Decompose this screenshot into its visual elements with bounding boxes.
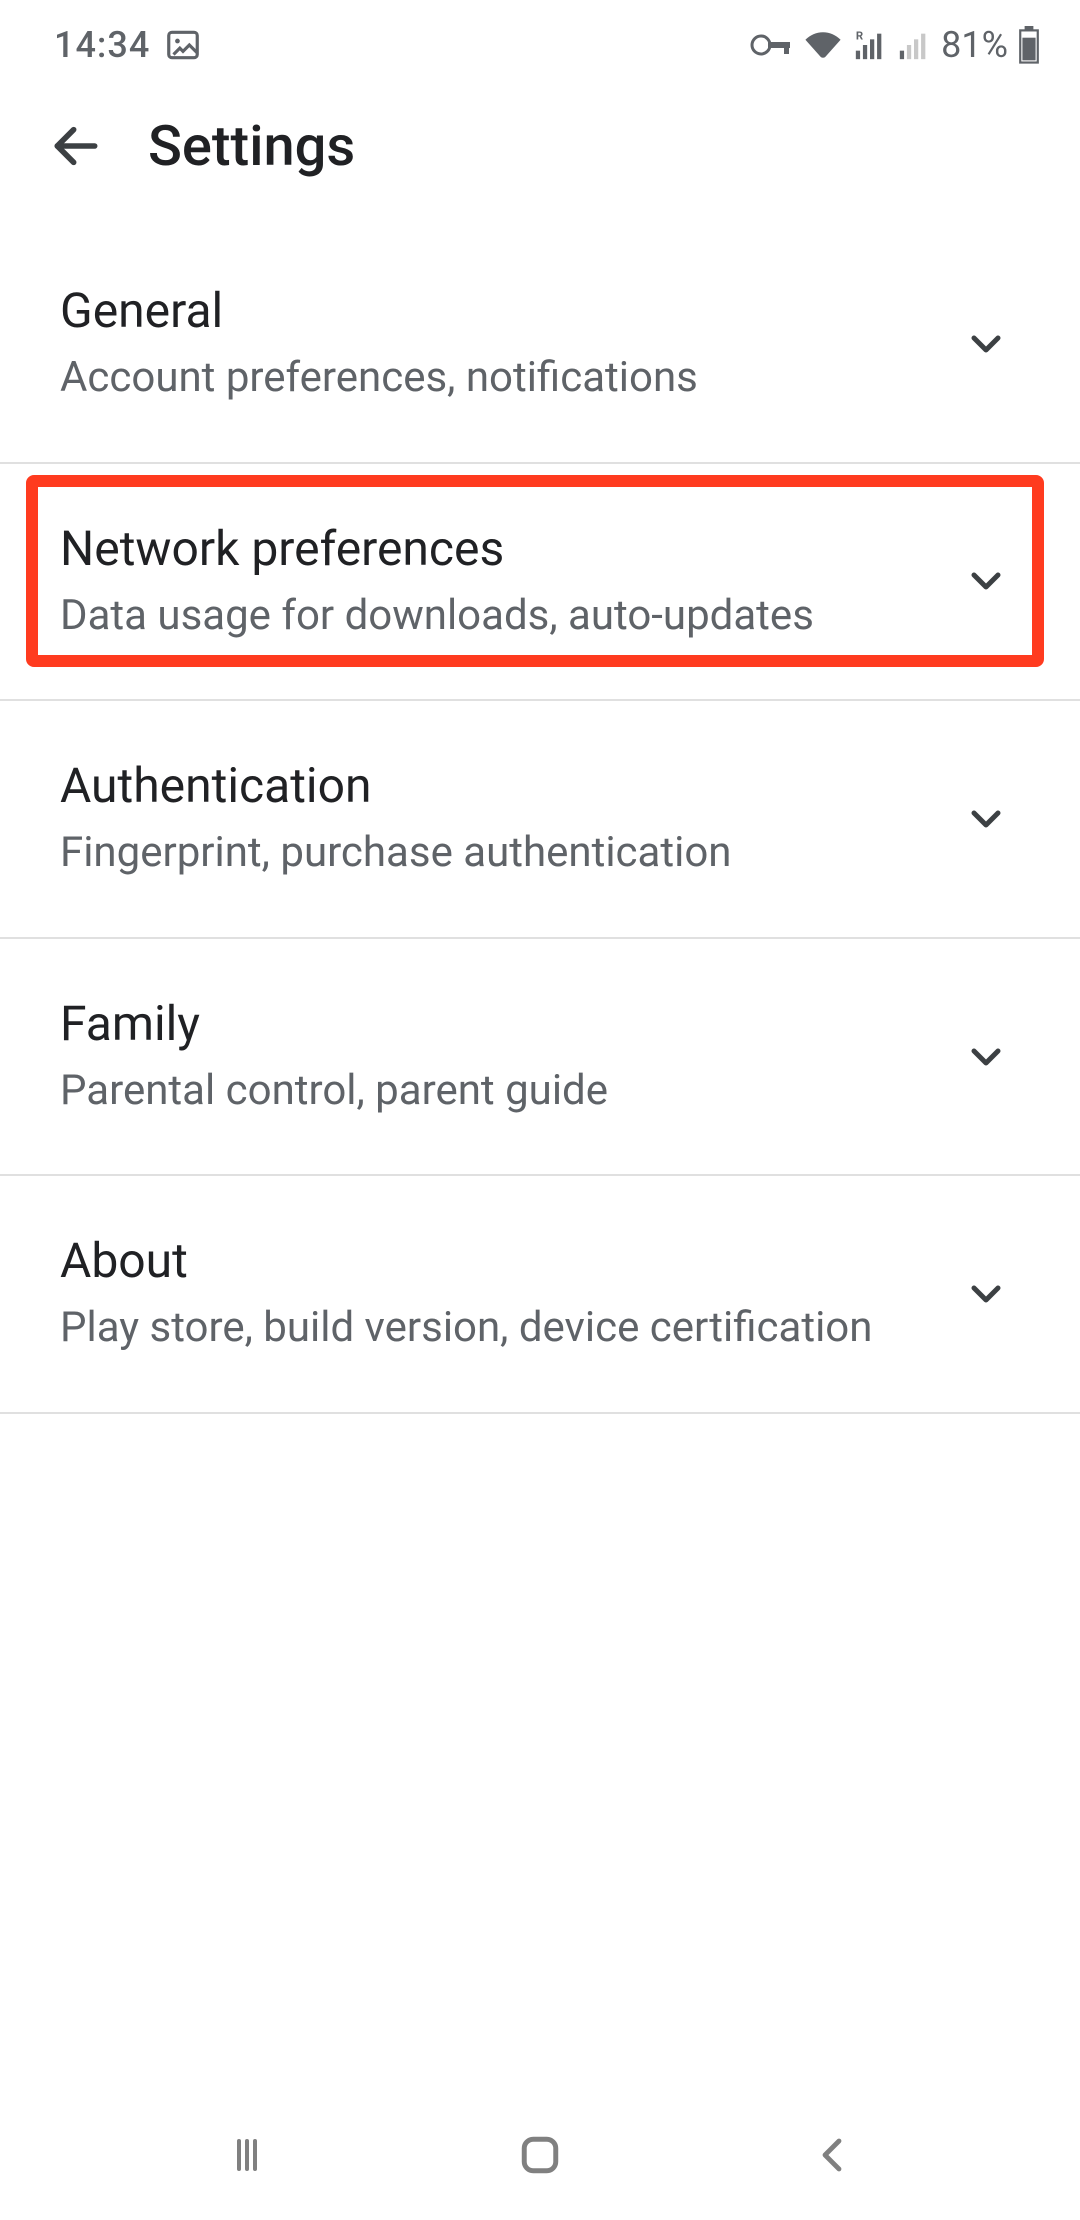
signal-roaming-icon: R (853, 28, 887, 62)
settings-item-authentication[interactable]: Authentication Fingerprint, purchase aut… (0, 701, 1080, 939)
settings-item-network-preferences[interactable]: Network preferences Data usage for downl… (0, 464, 1080, 702)
status-bar: 14:34 R (0, 0, 1080, 86)
settings-item-family[interactable]: Family Parental control, parent guide (0, 939, 1080, 1177)
app-bar: Settings (0, 86, 1080, 226)
battery-percent: 81% (941, 24, 1008, 66)
settings-item-title: Network preferences (60, 520, 922, 577)
signal-weak-icon (897, 28, 931, 62)
settings-item-text: General Account preferences, notificatio… (60, 282, 962, 406)
settings-item-subtitle: Data usage for downloads, auto-updates (60, 589, 922, 644)
settings-item-text: Network preferences Data usage for downl… (60, 520, 962, 644)
nav-recents-icon[interactable] (207, 2115, 287, 2195)
status-time: 14:34 (54, 24, 150, 66)
settings-item-subtitle: Play store, build version, device certif… (60, 1301, 922, 1356)
settings-item-title: General (60, 282, 922, 339)
settings-item-about[interactable]: About Play store, build version, device … (0, 1176, 1080, 1414)
settings-item-title: Authentication (60, 757, 922, 814)
wifi-icon (803, 29, 843, 61)
battery-icon (1018, 26, 1040, 64)
settings-item-text: Authentication Fingerprint, purchase aut… (60, 757, 962, 881)
chevron-down-icon (962, 1270, 1010, 1318)
settings-item-general[interactable]: General Account preferences, notificatio… (0, 226, 1080, 464)
settings-item-text: About Play store, build version, device … (60, 1232, 962, 1356)
nav-home-icon[interactable] (500, 2115, 580, 2195)
settings-item-subtitle: Account preferences, notifications (60, 351, 922, 406)
image-icon (164, 26, 202, 64)
back-arrow-icon[interactable] (36, 106, 116, 186)
system-nav-bar (0, 2090, 1080, 2220)
nav-back-icon[interactable] (793, 2115, 873, 2195)
settings-item-title: Family (60, 995, 922, 1052)
page-title: Settings (148, 113, 355, 179)
settings-item-title: About (60, 1232, 922, 1289)
svg-text:R: R (856, 28, 863, 42)
settings-list: General Account preferences, notificatio… (0, 226, 1080, 1414)
chevron-down-icon (962, 1033, 1010, 1081)
settings-item-text: Family Parental control, parent guide (60, 995, 962, 1119)
vpn-key-icon (749, 32, 793, 58)
chevron-down-icon (962, 557, 1010, 605)
chevron-down-icon (962, 320, 1010, 368)
status-right: R 81% (749, 24, 1040, 66)
status-left: 14:34 (54, 24, 202, 66)
settings-item-subtitle: Parental control, parent guide (60, 1064, 922, 1119)
settings-item-subtitle: Fingerprint, purchase authentication (60, 826, 922, 881)
chevron-down-icon (962, 795, 1010, 843)
